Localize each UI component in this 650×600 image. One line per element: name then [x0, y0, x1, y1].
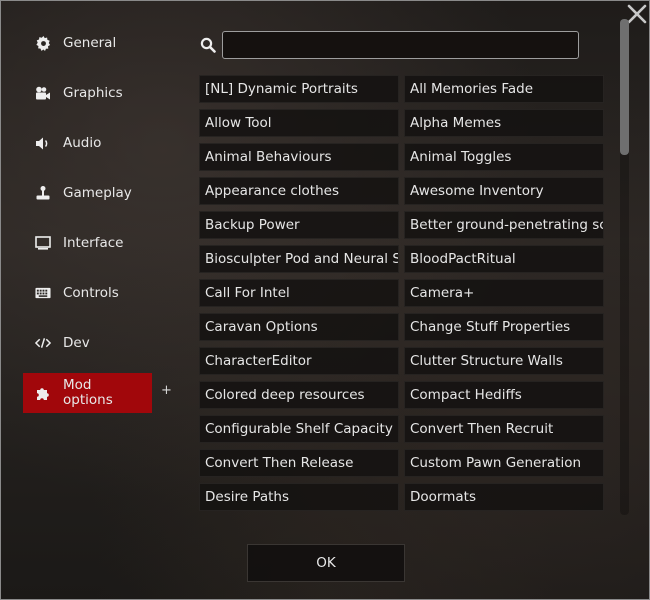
- close-icon[interactable]: [626, 3, 648, 25]
- mod-list-item[interactable]: Backup Power: [199, 211, 399, 239]
- mod-list-item[interactable]: Awesome Inventory: [404, 177, 604, 205]
- speaker-icon: [35, 135, 51, 151]
- scrollbar-thumb[interactable]: [620, 19, 629, 155]
- mod-list-item[interactable]: [NL] Dynamic Portraits: [199, 75, 399, 103]
- mod-list-item[interactable]: Convert Then Release: [199, 449, 399, 477]
- sidebar-item-label: Gameplay: [63, 185, 132, 201]
- mod-list-item[interactable]: Appearance clothes: [199, 177, 399, 205]
- mod-list-item[interactable]: Doormats: [404, 483, 604, 511]
- mod-list-item[interactable]: Configurable Shelf Capacity: [199, 415, 399, 443]
- mod-list-item[interactable]: Custom Pawn Generation: [404, 449, 604, 477]
- mod-list-item[interactable]: Clutter Structure Walls: [404, 347, 604, 375]
- sidebar-item-gameplay[interactable]: Gameplay: [23, 173, 152, 213]
- sidebar-item-general[interactable]: General: [23, 23, 152, 63]
- search-icon: [200, 37, 216, 53]
- puzzle-icon: [35, 385, 51, 401]
- keyboard-icon: [35, 285, 51, 301]
- mod-list-item[interactable]: Animal Behaviours: [199, 143, 399, 171]
- scrollbar[interactable]: [620, 19, 629, 515]
- mod-list-item[interactable]: Biosculpter Pod and Neural Supercharger: [199, 245, 399, 273]
- mod-list-item[interactable]: BloodPactRitual: [404, 245, 604, 273]
- code-icon: [35, 335, 51, 351]
- expand-plus-icon[interactable]: +: [161, 383, 172, 398]
- sidebar-item-label: Mod options: [63, 377, 113, 408]
- sidebar-item-label: Controls: [63, 285, 119, 301]
- sidebar-item-label: Audio: [63, 135, 102, 151]
- sidebar-item-dev[interactable]: Dev: [23, 323, 152, 363]
- mod-options-dialog: General Graphics Audio Gameplay Interfac…: [0, 0, 650, 600]
- mod-list-item[interactable]: Alpha Memes: [404, 109, 604, 137]
- mod-list-item[interactable]: Compact Hediffs: [404, 381, 604, 409]
- sidebar-item-label: Interface: [63, 235, 124, 251]
- mod-list-item[interactable]: Change Stuff Properties: [404, 313, 604, 341]
- video-camera-icon: [35, 85, 51, 101]
- mod-list-item[interactable]: Caravan Options: [199, 313, 399, 341]
- sidebar-item-label: Dev: [63, 335, 90, 351]
- mod-list-item[interactable]: Desire Paths: [199, 483, 399, 511]
- monitor-icon: [35, 235, 51, 251]
- mod-list-item[interactable]: Call For Intel: [199, 279, 399, 307]
- sidebar-item-controls[interactable]: Controls: [23, 273, 152, 313]
- mod-list-item[interactable]: Better ground-penetrating scanner: [404, 211, 604, 239]
- gear-icon: [35, 35, 51, 51]
- sidebar-item-mod-options[interactable]: Mod options: [23, 373, 152, 413]
- joystick-icon: [35, 185, 51, 201]
- mod-list-item[interactable]: Camera+: [404, 279, 604, 307]
- mod-list: [NL] Dynamic Portraits All Memories Fade A…: [199, 75, 607, 511]
- sidebar-item-interface[interactable]: Interface: [23, 223, 152, 263]
- mod-list-item[interactable]: Convert Then Recruit: [404, 415, 604, 443]
- mod-list-item[interactable]: All Memories Fade: [404, 75, 604, 103]
- sidebar-item-label: General: [63, 35, 117, 51]
- sidebar-item-graphics[interactable]: Graphics: [23, 73, 152, 113]
- sidebar-item-label: Graphics: [63, 85, 123, 101]
- mod-list-item[interactable]: Allow Tool: [199, 109, 399, 137]
- ok-button[interactable]: OK: [247, 544, 405, 582]
- mod-list-item[interactable]: Colored deep resources: [199, 381, 399, 409]
- search-input[interactable]: [222, 31, 579, 59]
- mod-list-item[interactable]: CharacterEditor: [199, 347, 399, 375]
- mod-list-item[interactable]: Animal Toggles: [404, 143, 604, 171]
- sidebar-item-audio[interactable]: Audio: [23, 123, 152, 163]
